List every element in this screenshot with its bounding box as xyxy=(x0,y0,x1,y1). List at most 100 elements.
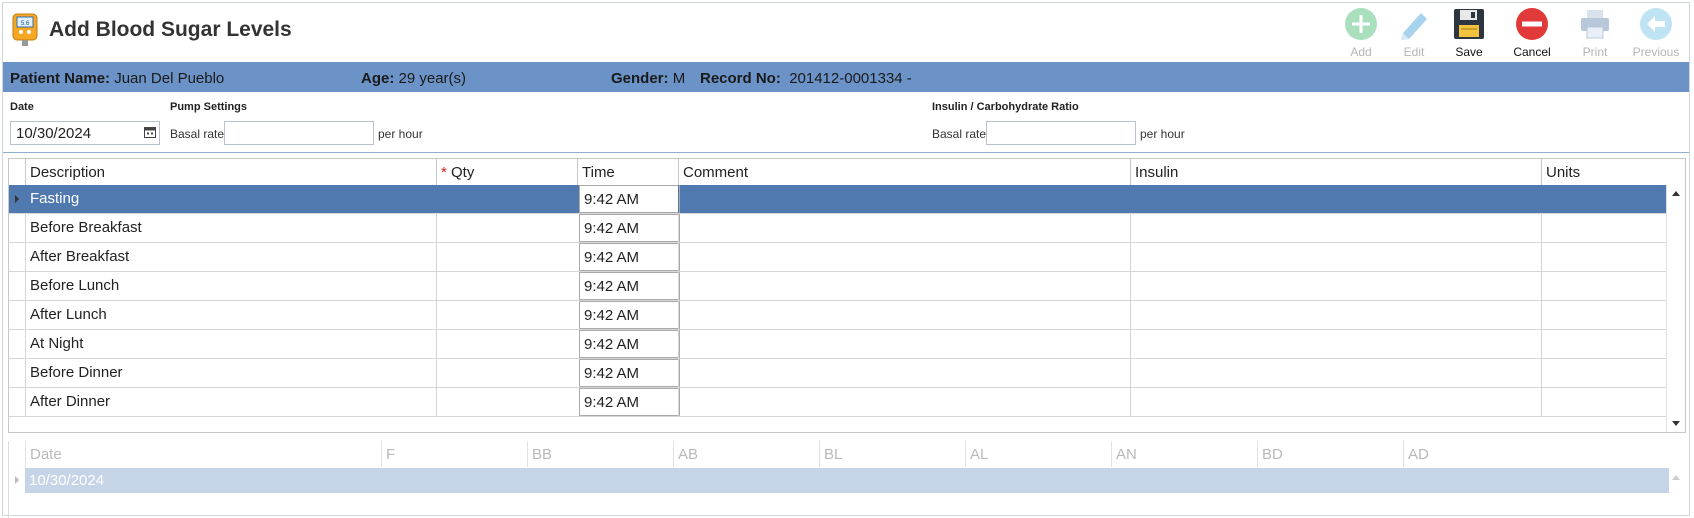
insulin-cell[interactable] xyxy=(1130,243,1541,271)
description-cell: At Night xyxy=(25,330,436,358)
grid-header: Description * Qty Time Comment Insulin U… xyxy=(9,159,1669,186)
row-indicator xyxy=(9,359,25,387)
table-row[interactable]: After Breakfast 9:42 AM xyxy=(9,243,1669,272)
col-time[interactable]: Time xyxy=(577,159,678,185)
comment-cell[interactable] xyxy=(678,359,1130,387)
cancel-label: Cancel xyxy=(1513,45,1551,59)
insulin-cell[interactable] xyxy=(1130,185,1541,213)
history-scroll-up-icon[interactable] xyxy=(1672,475,1680,480)
svg-text:5.6: 5.6 xyxy=(21,21,30,27)
form-divider xyxy=(3,152,1689,153)
patient-banner: Patient Name: Juan Del Pueblo Age: 29 ye… xyxy=(3,62,1689,92)
history-col-bb[interactable]: BB xyxy=(527,441,673,467)
table-row[interactable]: Before Lunch 9:42 AM xyxy=(9,272,1669,301)
units-cell[interactable] xyxy=(1541,185,1669,213)
col-qty-label: Qty xyxy=(451,164,475,181)
pump-settings-label: Pump Settings xyxy=(170,101,248,113)
comment-cell[interactable] xyxy=(678,301,1130,329)
history-col-ad[interactable]: AD xyxy=(1403,441,1669,467)
basal-rate-input[interactable] xyxy=(224,121,374,145)
comment-cell[interactable] xyxy=(678,388,1130,416)
col-qty[interactable]: * Qty xyxy=(436,159,576,185)
insulin-cell[interactable] xyxy=(1130,301,1541,329)
col-insulin[interactable]: Insulin xyxy=(1130,159,1541,185)
page-title: Add Blood Sugar Levels xyxy=(49,18,292,41)
table-row[interactable]: After Dinner 9:42 AM xyxy=(9,388,1669,417)
description-cell: Before Breakfast xyxy=(25,214,436,242)
ratio-basal-rate-label: Basal rate xyxy=(932,127,987,141)
patient-age: Age: 29 year(s) xyxy=(361,70,467,87)
time-input[interactable]: 9:42 AM xyxy=(579,243,680,271)
row-indicator xyxy=(9,214,25,242)
history-col-bd[interactable]: BD xyxy=(1257,441,1403,467)
qty-cell[interactable] xyxy=(436,185,577,213)
units-cell[interactable] xyxy=(1541,243,1669,271)
scroll-up-icon[interactable] xyxy=(1672,191,1680,196)
time-input[interactable]: 9:42 AM xyxy=(579,272,680,300)
ratio-basal-rate-input[interactable] xyxy=(986,121,1136,145)
table-row[interactable]: After Lunch 9:42 AM xyxy=(9,301,1669,330)
ratio-per-hour-label: per hour xyxy=(1140,127,1185,141)
qty-cell[interactable] xyxy=(436,388,577,416)
qty-cell[interactable] xyxy=(436,301,577,329)
qty-cell[interactable] xyxy=(436,359,577,387)
units-cell[interactable] xyxy=(1541,359,1669,387)
patient-gender: Gender: M xyxy=(611,70,686,87)
time-input[interactable]: 9:42 AM xyxy=(579,214,680,242)
units-cell[interactable] xyxy=(1541,272,1669,300)
history-col-an[interactable]: AN xyxy=(1111,441,1257,467)
table-row[interactable]: Before Breakfast 9:42 AM xyxy=(9,214,1669,243)
comment-cell[interactable] xyxy=(678,185,1130,213)
qty-cell[interactable] xyxy=(436,330,577,358)
col-units[interactable]: Units xyxy=(1541,159,1669,185)
scroll-down-icon[interactable] xyxy=(1672,421,1680,426)
date-input[interactable] xyxy=(10,121,160,145)
comment-cell[interactable] xyxy=(678,214,1130,242)
units-cell[interactable] xyxy=(1541,214,1669,242)
table-row[interactable]: Before Dinner 9:42 AM xyxy=(9,359,1669,388)
previous-button[interactable]: Previous xyxy=(1624,4,1688,60)
col-comment[interactable]: Comment xyxy=(678,159,1130,185)
previous-label: Previous xyxy=(1632,45,1680,59)
history-row[interactable]: 10/30/2024 xyxy=(25,468,1669,493)
print-button[interactable]: Print xyxy=(1563,4,1627,60)
time-input[interactable]: 9:42 AM xyxy=(579,330,680,358)
history-col-ab[interactable]: AB xyxy=(673,441,819,467)
grid-scrollbar[interactable] xyxy=(1666,185,1685,432)
history-col-al[interactable]: AL xyxy=(965,441,1111,467)
row-indicator xyxy=(9,301,25,329)
insulin-cell[interactable] xyxy=(1130,214,1541,242)
history-col-date[interactable]: Date xyxy=(25,441,381,467)
units-cell[interactable] xyxy=(1541,301,1669,329)
units-cell[interactable] xyxy=(1541,330,1669,358)
per-hour-label: per hour xyxy=(378,127,423,141)
history-col-bl[interactable]: BL xyxy=(819,441,965,467)
units-cell[interactable] xyxy=(1541,388,1669,416)
insulin-cell[interactable] xyxy=(1130,272,1541,300)
save-button[interactable]: Save xyxy=(1437,4,1501,60)
qty-cell[interactable] xyxy=(436,243,577,271)
time-input[interactable]: 9:42 AM xyxy=(579,388,680,416)
time-input[interactable]: 9:42 AM xyxy=(579,301,680,329)
cancel-button[interactable]: Cancel xyxy=(1500,4,1564,60)
comment-cell[interactable] xyxy=(678,272,1130,300)
calendar-icon[interactable] xyxy=(144,126,156,141)
printer-icon xyxy=(1581,10,1609,39)
qty-cell[interactable] xyxy=(436,214,577,242)
time-input[interactable]: 9:42 AM xyxy=(579,185,680,213)
table-row[interactable]: Fasting 9:42 AM xyxy=(9,185,1669,214)
comment-cell[interactable] xyxy=(678,243,1130,271)
floppy-disk-icon xyxy=(1454,9,1484,39)
history-col-f[interactable]: F xyxy=(381,441,527,467)
time-input[interactable]: 9:42 AM xyxy=(579,359,680,387)
insulin-cell[interactable] xyxy=(1130,388,1541,416)
qty-cell[interactable] xyxy=(436,272,577,300)
date-label: Date xyxy=(10,101,34,113)
insulin-cell[interactable] xyxy=(1130,359,1541,387)
comment-cell[interactable] xyxy=(678,330,1130,358)
table-row[interactable]: At Night 9:42 AM xyxy=(9,330,1669,359)
insulin-cell[interactable] xyxy=(1130,330,1541,358)
col-description[interactable]: Description xyxy=(25,159,447,185)
row-indicator xyxy=(9,272,25,300)
description-cell: After Lunch xyxy=(25,301,436,329)
